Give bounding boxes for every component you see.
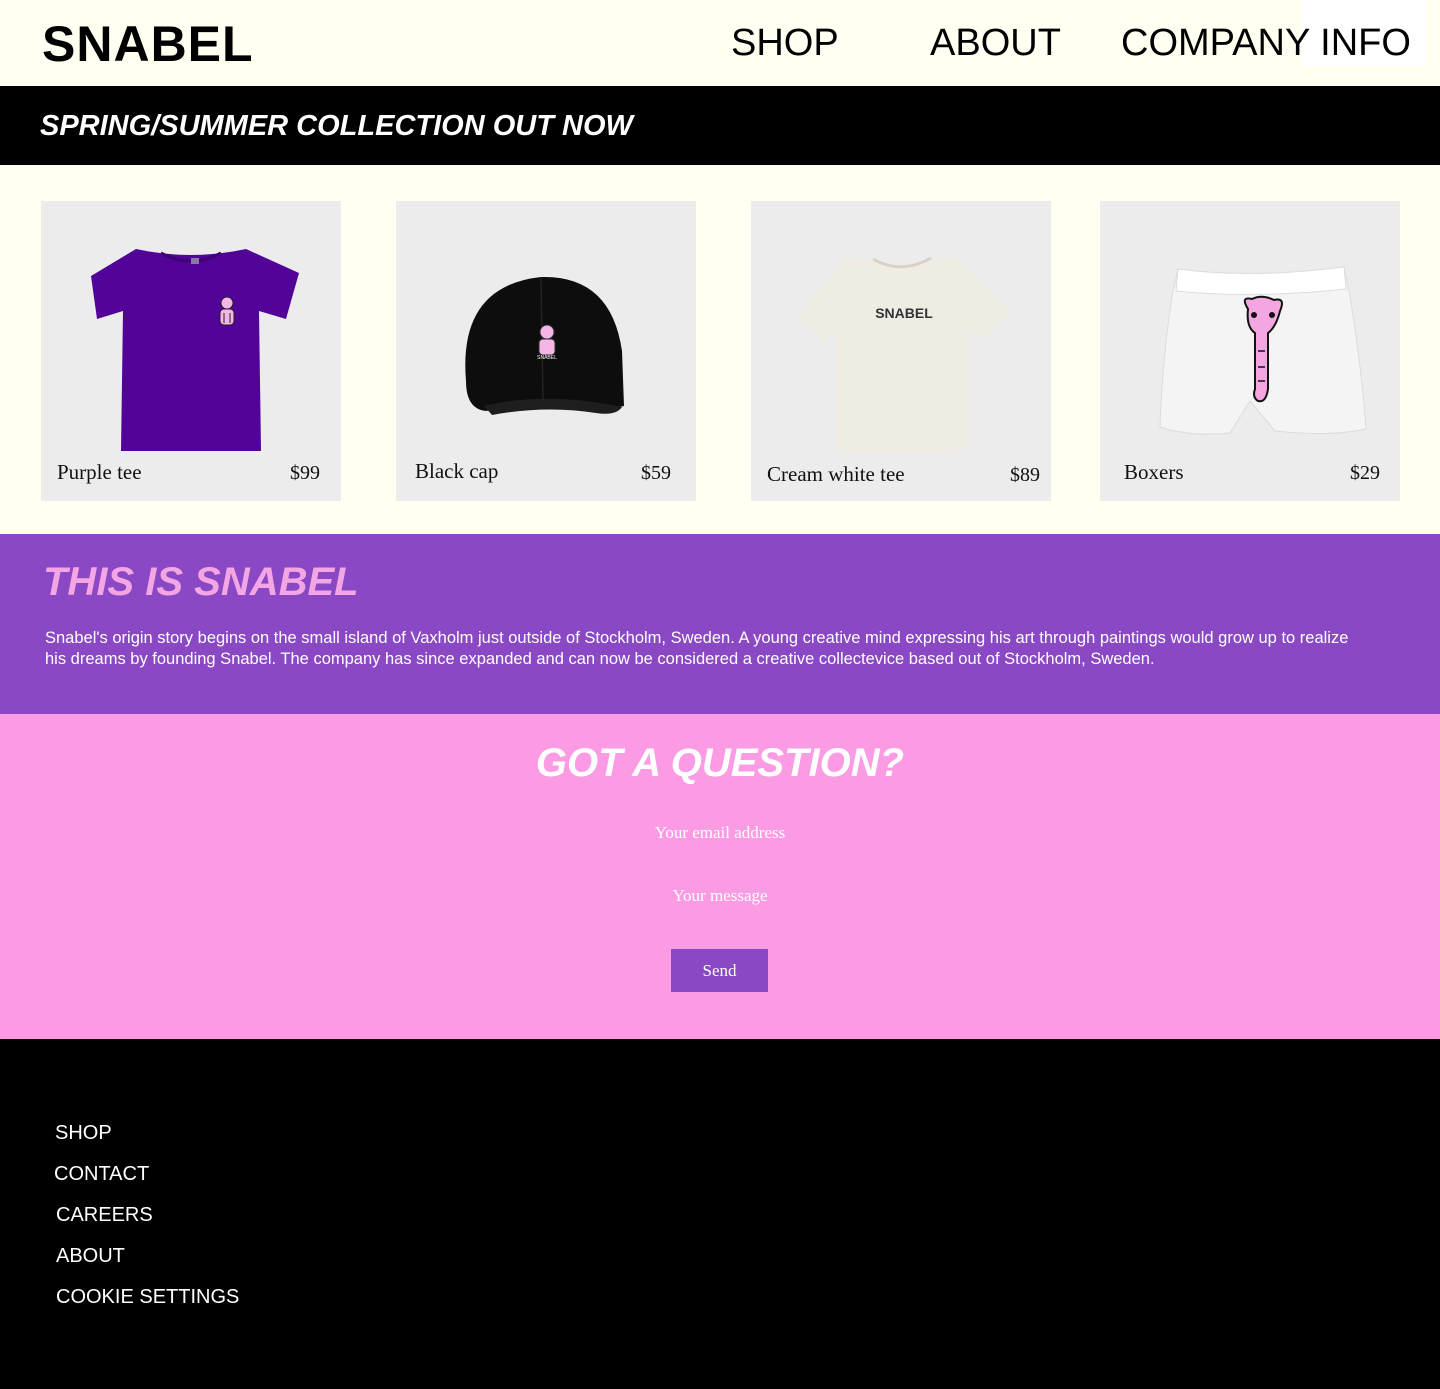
promo-banner: SPRING/SUMMER COLLECTION OUT NOW — [0, 86, 1440, 165]
product-price: $29 — [1350, 462, 1380, 484]
footer-link-about[interactable]: ABOUT — [56, 1244, 125, 1268]
site-footer: SHOP CONTACT CAREERS ABOUT COOKIE SETTIN… — [0, 1039, 1440, 1389]
footer-link-careers[interactable]: CAREERS — [56, 1203, 153, 1227]
about-text: Snabel's origin story begins on the smal… — [45, 629, 1349, 668]
tee-print-text: SNABEL — [875, 305, 933, 321]
product-card-boxers[interactable]: Boxers $29 — [1100, 201, 1400, 501]
about-section: THIS IS SNABEL Snabel's origin story beg… — [0, 534, 1440, 714]
product-name: Cream white tee — [767, 462, 905, 486]
product-price: $59 — [641, 462, 671, 484]
product-card-cream-tee[interactable]: SNABEL Cream white tee $89 — [751, 201, 1051, 501]
product-card-black-cap[interactable]: SNABEL Black cap $59 — [396, 201, 696, 501]
nav-shop[interactable]: SHOP — [731, 22, 839, 64]
cap-logo-text: SNABEL — [537, 355, 557, 361]
black-cap-image: SNABEL — [465, 276, 624, 415]
send-button[interactable]: Send — [671, 949, 768, 992]
cream-tshirt-image: SNABEL — [796, 256, 1011, 453]
nav-company-info[interactable]: COMPANY INFO — [1121, 22, 1411, 64]
contact-section: GOT A QUESTION? Send — [0, 714, 1440, 1039]
site-header: SNABEL SHOP ABOUT COMPANY INFO — [0, 0, 1440, 86]
product-name: Purple tee — [57, 460, 142, 484]
footer-link-cookie-settings[interactable]: COOKIE SETTINGS — [56, 1285, 239, 1309]
purple-tshirt-image — [91, 249, 299, 451]
message-field[interactable] — [570, 881, 870, 911]
product-price: $89 — [1010, 464, 1040, 486]
product-price: $99 — [290, 462, 320, 484]
product-name: Black cap — [415, 459, 499, 483]
footer-link-shop[interactable]: SHOP — [55, 1121, 112, 1145]
product-card-purple-tee[interactable]: Purple tee $99 — [41, 201, 341, 501]
contact-title: GOT A QUESTION? — [535, 741, 905, 785]
footer-link-contact[interactable]: CONTACT — [54, 1162, 149, 1186]
product-name: Boxers — [1124, 460, 1184, 484]
white-boxers-image — [1159, 266, 1367, 435]
email-field[interactable] — [570, 818, 870, 848]
promo-banner-text[interactable]: SPRING/SUMMER COLLECTION OUT NOW — [40, 110, 633, 142]
about-title: THIS IS SNABEL — [43, 560, 359, 604]
site-logo[interactable]: SNABEL — [42, 18, 254, 70]
nav-about[interactable]: ABOUT — [930, 22, 1061, 64]
product-grid: Purple tee $99 SNABEL Black cap $59 SNAB… — [0, 165, 1440, 534]
